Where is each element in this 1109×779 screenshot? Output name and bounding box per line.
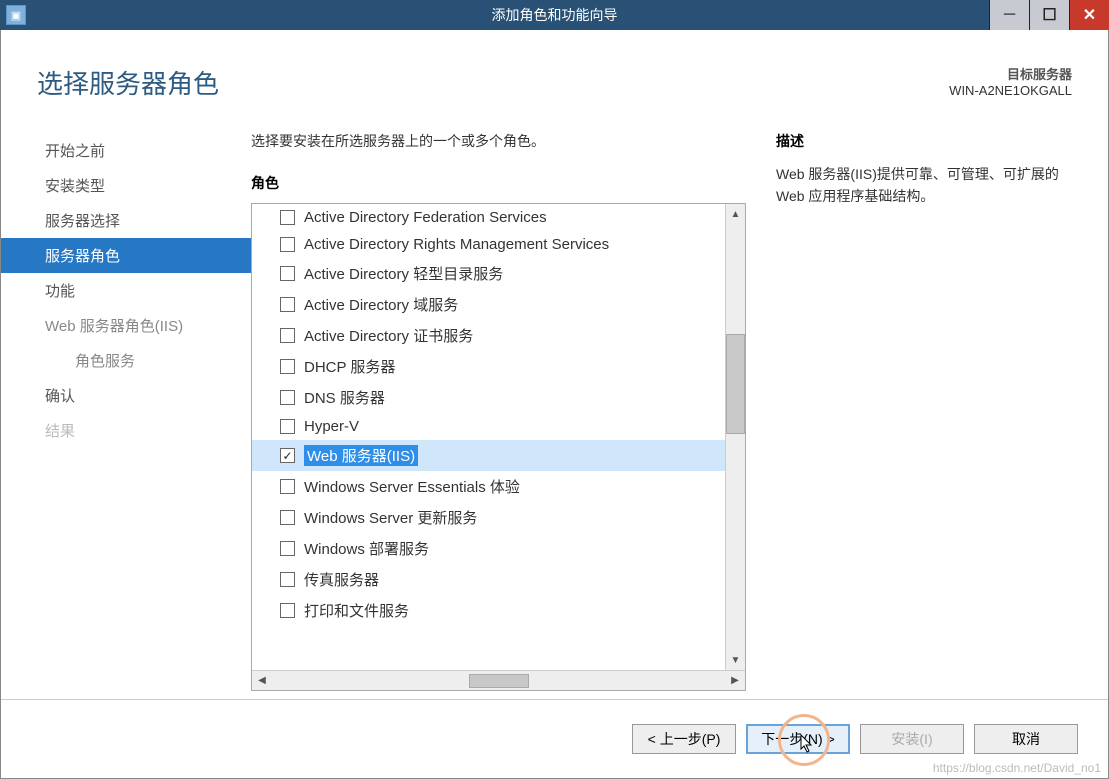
role-label: Windows Server Essentials 体验 — [304, 476, 520, 497]
header-row: 选择服务器角色 目标服务器 WIN-A2NE1OKGALL — [1, 30, 1108, 109]
app-icon: ▣ — [6, 5, 26, 25]
page-title: 选择服务器角色 — [37, 64, 219, 101]
instruction-text: 选择要安装在所选服务器上的一个或多个角色。 — [251, 131, 746, 151]
role-checkbox[interactable] — [280, 448, 295, 463]
sidebar-item-1[interactable]: 安装类型 — [1, 168, 251, 203]
role-label: Active Directory Rights Management Servi… — [304, 236, 609, 253]
role-label: 传真服务器 — [304, 569, 379, 590]
role-label: Active Directory 证书服务 — [304, 325, 473, 346]
maximize-button[interactable]: ☐ — [1029, 0, 1069, 30]
roles-rows[interactable]: Active Directory Federation Services Acti… — [252, 204, 725, 670]
content-row: 开始之前安装类型服务器选择服务器角色功能Web 服务器角色(IIS)角色服务确认… — [1, 109, 1108, 699]
scroll-down-icon[interactable]: ▼ — [726, 650, 745, 670]
scroll-right-icon[interactable]: ▶ — [725, 675, 745, 686]
role-label: 打印和文件服务 — [304, 600, 409, 621]
role-checkbox[interactable] — [280, 390, 295, 405]
wizard-sidebar: 开始之前安装类型服务器选择服务器角色功能Web 服务器角色(IIS)角色服务确认… — [1, 109, 251, 699]
role-checkbox[interactable] — [280, 603, 295, 618]
role-row-13[interactable]: 打印和文件服务 — [252, 595, 725, 626]
role-row-8[interactable]: Web 服务器(IIS) — [252, 440, 725, 471]
scroll-up-icon[interactable]: ▲ — [726, 204, 745, 224]
role-checkbox[interactable] — [280, 541, 295, 556]
description-text: Web 服务器(IIS)提供可靠、可管理、可扩展的 Web 应用程序基础结构。 — [776, 163, 1072, 208]
window-body: 选择服务器角色 目标服务器 WIN-A2NE1OKGALL 开始之前安装类型服务… — [0, 30, 1109, 779]
hscroll-thumb[interactable] — [469, 674, 529, 688]
next-button[interactable]: 下一步(N) > — [746, 724, 850, 754]
role-label: Active Directory 域服务 — [304, 294, 458, 315]
role-label: DNS 服务器 — [304, 387, 385, 408]
roles-listbox: Active Directory Federation Services Acti… — [251, 203, 746, 691]
role-row-0[interactable]: Active Directory Federation Services — [252, 204, 725, 231]
window-buttons: ─ ☐ ✕ — [989, 0, 1109, 30]
install-button: 安装(I) — [860, 724, 964, 754]
role-checkbox[interactable] — [280, 266, 295, 281]
role-checkbox[interactable] — [280, 359, 295, 374]
main-panel: 选择要安装在所选服务器上的一个或多个角色。 角色 Active Director… — [251, 109, 1072, 699]
cancel-button[interactable]: 取消 — [974, 724, 1078, 754]
vertical-scrollbar[interactable]: ▲ ▼ — [725, 204, 745, 670]
horizontal-scrollbar[interactable]: ◀ ▶ — [252, 670, 745, 690]
prev-button[interactable]: < 上一步(P) — [632, 724, 736, 754]
role-checkbox[interactable] — [280, 510, 295, 525]
sidebar-item-2[interactable]: 服务器选择 — [1, 203, 251, 238]
scroll-thumb[interactable] — [726, 334, 745, 434]
titlebar: ▣ 添加角色和功能向导 ─ ☐ ✕ — [0, 0, 1109, 30]
role-row-10[interactable]: Windows Server 更新服务 — [252, 502, 725, 533]
role-label: Hyper-V — [304, 418, 359, 435]
scroll-left-icon[interactable]: ◀ — [252, 675, 272, 686]
sidebar-item-5[interactable]: Web 服务器角色(IIS) — [1, 308, 251, 343]
role-label: Active Directory 轻型目录服务 — [304, 263, 503, 284]
target-label: 目标服务器 — [949, 64, 1072, 83]
description-label: 描述 — [776, 131, 1072, 151]
description-column: 描述 Web 服务器(IIS)提供可靠、可管理、可扩展的 Web 应用程序基础结… — [776, 131, 1072, 699]
role-row-11[interactable]: Windows 部署服务 — [252, 533, 725, 564]
role-row-4[interactable]: Active Directory 证书服务 — [252, 320, 725, 351]
watermark: https://blog.csdn.net/David_no1 — [933, 761, 1101, 775]
role-label: Active Directory Federation Services — [304, 209, 547, 226]
role-label: Windows 部署服务 — [304, 538, 429, 559]
role-row-5[interactable]: DHCP 服务器 — [252, 351, 725, 382]
role-label: Web 服务器(IIS) — [304, 445, 418, 466]
sidebar-item-8: 结果 — [1, 413, 251, 448]
target-server-box: 目标服务器 WIN-A2NE1OKGALL — [949, 64, 1072, 101]
role-checkbox[interactable] — [280, 419, 295, 434]
role-row-1[interactable]: Active Directory Rights Management Servi… — [252, 231, 725, 258]
sidebar-item-4[interactable]: 功能 — [1, 273, 251, 308]
close-button[interactable]: ✕ — [1069, 0, 1109, 30]
role-checkbox[interactable] — [280, 210, 295, 225]
role-label: Windows Server 更新服务 — [304, 507, 477, 528]
sidebar-item-0[interactable]: 开始之前 — [1, 133, 251, 168]
next-button-label: 下一步(N) > — [761, 731, 835, 747]
role-label: DHCP 服务器 — [304, 356, 395, 377]
role-row-2[interactable]: Active Directory 轻型目录服务 — [252, 258, 725, 289]
role-checkbox[interactable] — [280, 297, 295, 312]
role-row-6[interactable]: DNS 服务器 — [252, 382, 725, 413]
window-title: 添加角色和功能向导 — [492, 5, 618, 25]
role-checkbox[interactable] — [280, 479, 295, 494]
role-row-3[interactable]: Active Directory 域服务 — [252, 289, 725, 320]
role-checkbox[interactable] — [280, 572, 295, 587]
sidebar-item-7[interactable]: 确认 — [1, 378, 251, 413]
role-row-9[interactable]: Windows Server Essentials 体验 — [252, 471, 725, 502]
roles-label: 角色 — [251, 173, 746, 193]
minimize-button[interactable]: ─ — [989, 0, 1029, 30]
role-row-12[interactable]: 传真服务器 — [252, 564, 725, 595]
sidebar-item-3[interactable]: 服务器角色 — [1, 238, 251, 273]
role-checkbox[interactable] — [280, 237, 295, 252]
target-name: WIN-A2NE1OKGALL — [949, 83, 1072, 98]
role-checkbox[interactable] — [280, 328, 295, 343]
sidebar-item-6[interactable]: 角色服务 — [1, 343, 251, 378]
roles-column: 选择要安装在所选服务器上的一个或多个角色。 角色 Active Director… — [251, 131, 746, 699]
role-row-7[interactable]: Hyper-V — [252, 413, 725, 440]
